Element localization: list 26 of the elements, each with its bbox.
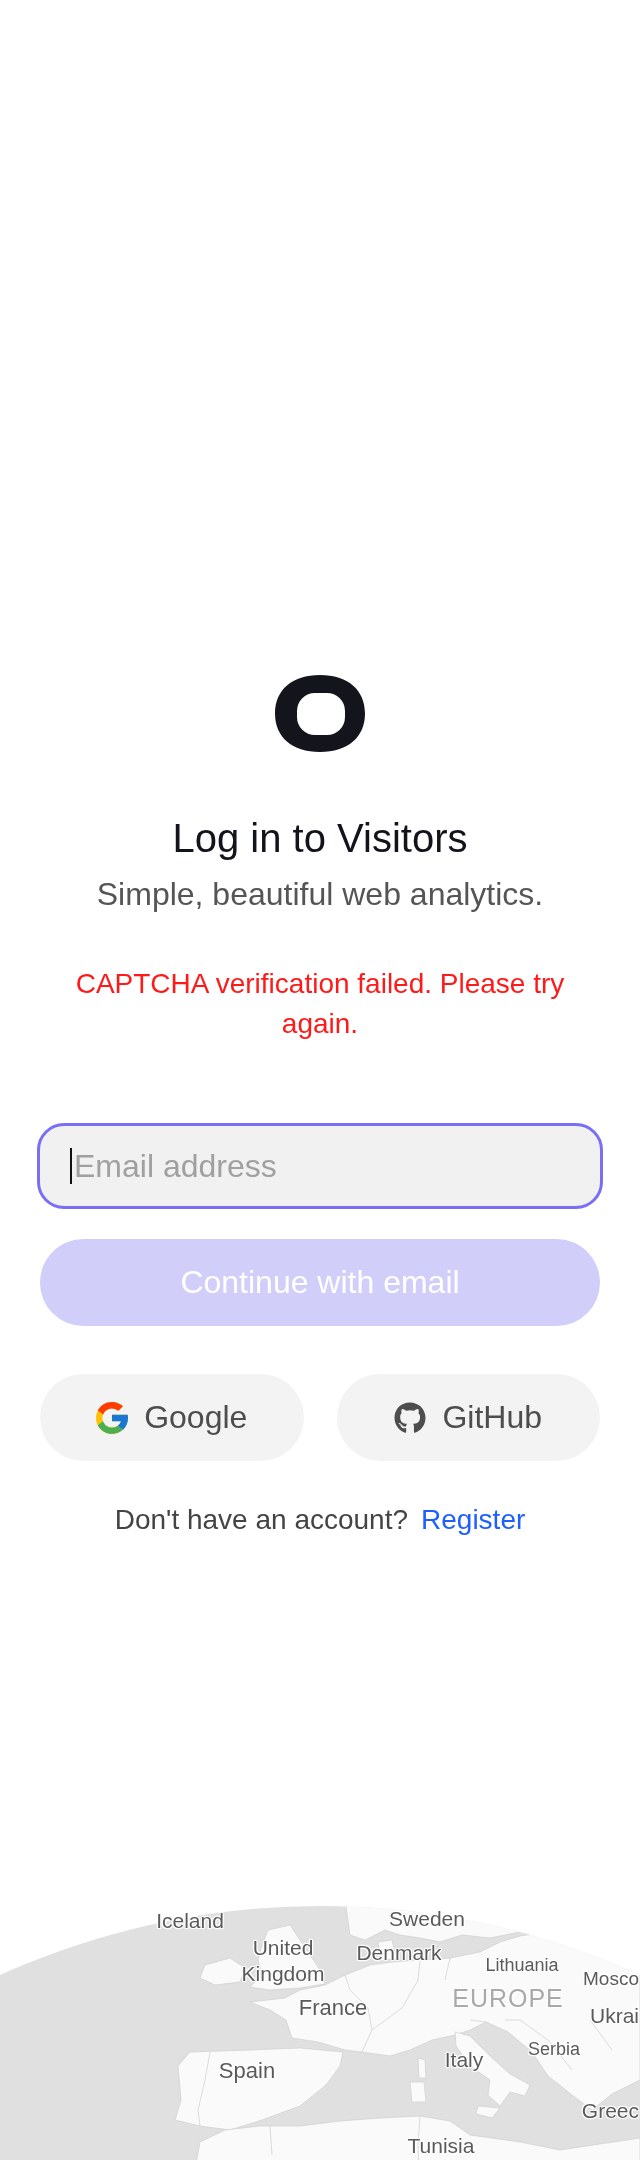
social-login-button[interactable]: GitHub [336,1374,600,1461]
email-field[interactable]: Email address [37,1123,603,1209]
map-label: Lithuania [485,1954,559,1976]
map-label: Sweden [389,1906,465,1932]
map-label: Mosco [583,1967,639,1991]
ring-logo-icon [275,675,365,752]
map-label: United Kingdom [241,1935,325,1987]
error-message: CAPTCHA verification failed. Please try again. [74,967,566,1041]
social-login-button[interactable]: Google [40,1374,304,1461]
register-link[interactable]: Register [421,1500,526,1540]
map-label: Iceland [156,1908,224,1934]
region-label: EUROPE [452,1982,564,2014]
signup-prompt: Don't have an account? [114,1503,409,1537]
page-subtitle: Simple, beautiful web analytics. [96,875,544,914]
github-icon [394,1401,427,1434]
map-label: Tunisia [407,2133,475,2159]
page-title: Log in to Visitors [172,815,468,862]
map-label: Denmark [356,1940,442,1966]
text-cursor [70,1148,72,1184]
map-label: Spain [218,2056,276,2084]
map-label: Greec [581,2098,639,2124]
map-label: France [298,1993,368,2021]
map-label: Serbia [528,2038,580,2060]
google-icon [96,1401,129,1434]
map-label: Ukrai [590,2003,639,2029]
map-label: Italy [444,2047,484,2073]
